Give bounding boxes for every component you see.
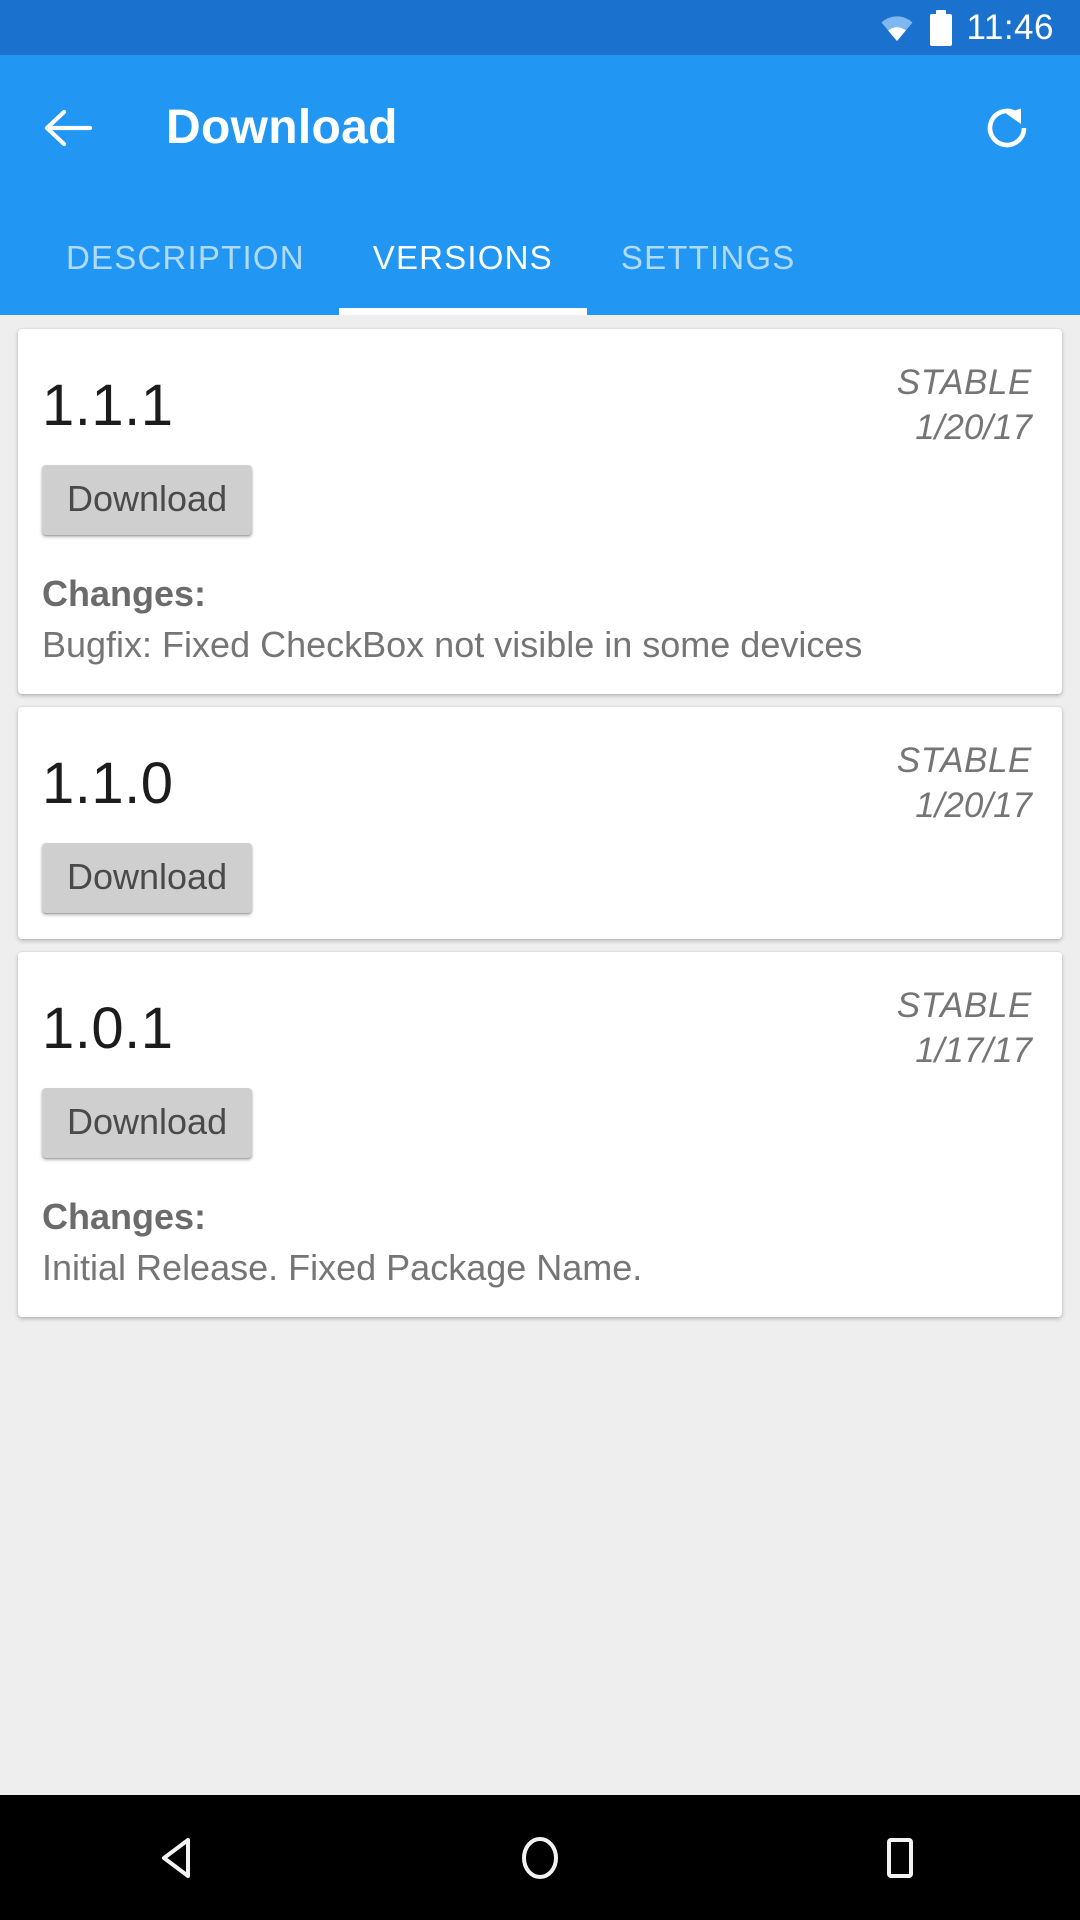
version-card[interactable]: 1.1.0 STABLE 1/20/17 Download (18, 707, 1062, 939)
changes-label: Changes: (42, 572, 207, 614)
app-bar: Download DESCRIPTION VERSIONS SETTINGS (0, 55, 1080, 315)
tab-description[interactable]: DESCRIPTION (32, 200, 339, 315)
version-meta: STABLE 1/20/17 (897, 733, 1032, 829)
app-bar-top-row: Download (0, 55, 1080, 200)
tab-bar: DESCRIPTION VERSIONS SETTINGS (0, 200, 1080, 315)
version-channel: STABLE (896, 363, 1032, 402)
changes-text: Initial Release. Fixed Package Name. (42, 1246, 643, 1288)
version-changes: Changes: Bugfix: Fixed CheckBox not visi… (42, 571, 1032, 669)
arrow-left-icon[interactable] (40, 100, 96, 156)
versions-list: 1.1.1 STABLE 1/20/17 Download Changes: B… (0, 315, 1080, 1795)
version-number: 1.1.1 (42, 373, 174, 438)
tab-settings[interactable]: SETTINGS (587, 200, 830, 315)
version-date: 1/20/17 (915, 786, 1032, 826)
version-date: 1/20/17 (915, 407, 1032, 447)
battery-full-icon (929, 9, 952, 46)
version-meta: STABLE 1/20/17 (897, 355, 1032, 451)
status-bar-clock: 11:46 (966, 8, 1054, 47)
version-channel: STABLE (896, 985, 1032, 1025)
wifi-icon (879, 14, 915, 42)
refresh-icon[interactable] (980, 101, 1034, 155)
version-date: 1/17/17 (915, 1030, 1032, 1070)
version-card[interactable]: 1.1.1 STABLE 1/20/17 Download Changes: B… (18, 329, 1062, 695)
circle-home-icon[interactable] (465, 1795, 615, 1920)
tab-description-label: DESCRIPTION (66, 238, 305, 276)
version-card[interactable]: 1.0.1 STABLE 1/17/17 Download Changes: I… (18, 951, 1062, 1318)
tab-versions-label: VERSIONS (372, 238, 553, 276)
changes-label: Changes: (42, 1195, 207, 1237)
page-title: Download (166, 101, 398, 154)
phone-screen: 11:46 Download DESCRIPTION VERSIONS SETT… (0, 0, 1080, 1920)
version-card-header: 1.1.0 STABLE 1/20/17 (42, 733, 1032, 829)
version-card-header: 1.1.1 STABLE 1/20/17 (42, 355, 1032, 451)
version-number: 1.1.0 (42, 751, 174, 817)
version-channel: STABLE (896, 741, 1032, 781)
tab-versions[interactable]: VERSIONS (338, 200, 588, 315)
download-button[interactable]: Download (42, 842, 253, 913)
version-number: 1.0.1 (42, 995, 174, 1061)
download-button[interactable]: Download (42, 1087, 253, 1158)
changes-text: Bugfix: Fixed CheckBox not visible in so… (42, 623, 863, 665)
android-nav-bar (0, 1795, 1080, 1920)
version-card-header: 1.0.1 STABLE 1/17/17 (42, 978, 1032, 1074)
triangle-back-icon[interactable] (105, 1795, 255, 1920)
version-changes: Changes: Initial Release. Fixed Package … (42, 1194, 1032, 1292)
download-button[interactable]: Download (42, 464, 253, 535)
status-bar: 11:46 (0, 0, 1080, 55)
square-recents-icon[interactable] (825, 1795, 975, 1920)
tab-settings-label: SETTINGS (620, 238, 796, 276)
version-meta: STABLE 1/17/17 (897, 978, 1032, 1074)
